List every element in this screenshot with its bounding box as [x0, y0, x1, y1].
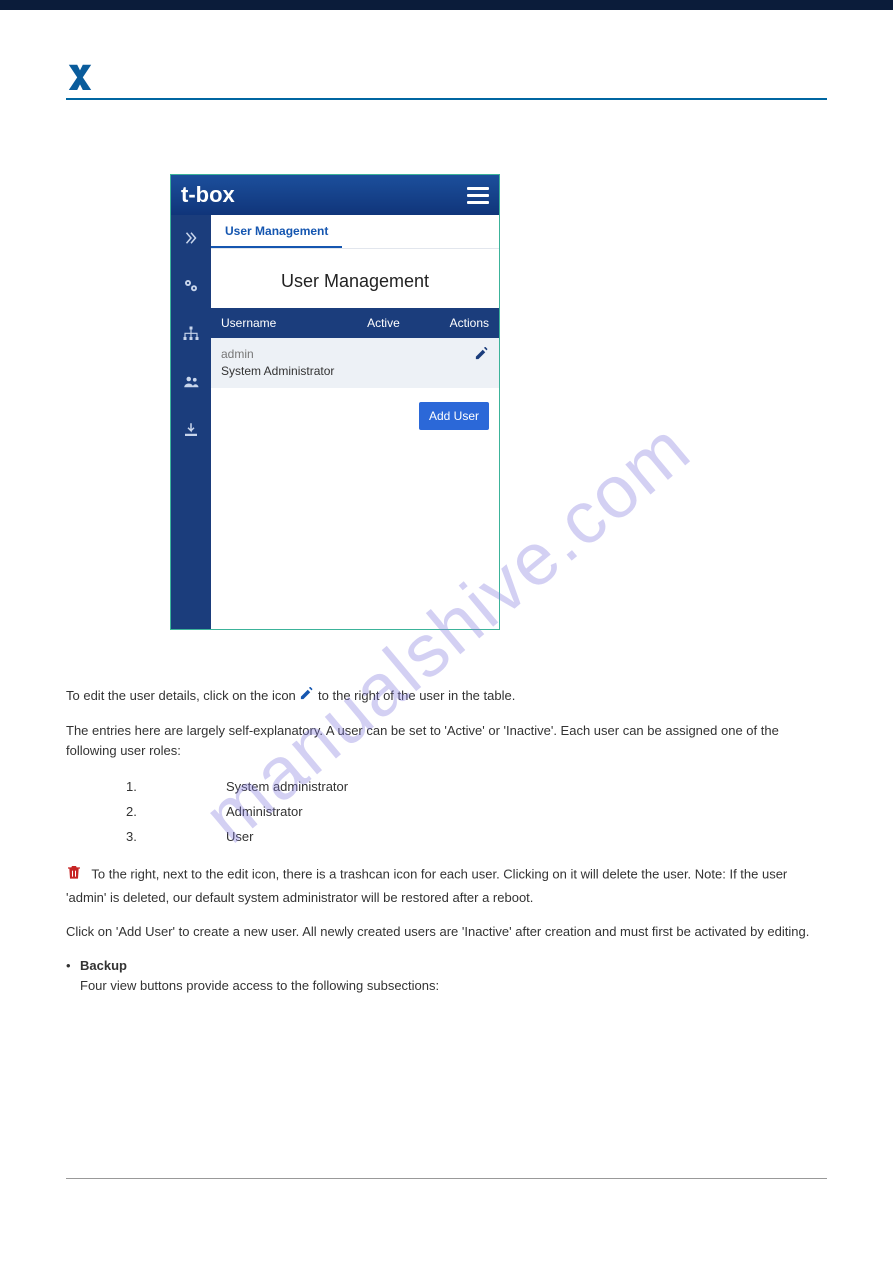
table-header: Username Active Actions: [211, 308, 499, 338]
sidebar: [171, 215, 211, 629]
document-body: To edit the user details, click on the i…: [66, 686, 827, 996]
edit-icon[interactable]: [474, 350, 489, 364]
th-actions: Actions: [416, 316, 489, 330]
logo-row: [66, 62, 827, 90]
add-user-button[interactable]: Add User: [419, 402, 489, 430]
th-username: Username: [221, 316, 351, 330]
cell-role: System Administrator: [221, 363, 351, 380]
app-header: t-box: [171, 175, 499, 215]
paragraph-trash: To the right, next to the edit icon, the…: [66, 863, 827, 907]
edit-icon-inline: [299, 686, 314, 707]
menu-icon[interactable]: [467, 187, 489, 204]
header-rule: [66, 98, 827, 100]
th-active: Active: [351, 316, 416, 330]
paragraph-edit: To edit the user details, click on the i…: [66, 686, 827, 707]
paragraph-add-user: Click on 'Add User' to create a new user…: [66, 922, 827, 942]
bullet-backup: • Backup Four view buttons provide acces…: [66, 956, 827, 996]
tbox-app-screenshot: t-box: [170, 174, 500, 630]
sidebar-expand-icon[interactable]: [171, 225, 211, 251]
users-icon[interactable]: [171, 369, 211, 395]
top-bar: [0, 0, 893, 10]
role-list: 1.System administrator 2.Administrator 3…: [66, 775, 827, 849]
gears-icon[interactable]: [171, 273, 211, 299]
x-logo-icon: [66, 62, 94, 90]
trash-icon: [66, 863, 82, 887]
network-icon[interactable]: [171, 321, 211, 347]
download-icon[interactable]: [171, 417, 211, 443]
app-brand: t-box: [181, 182, 235, 208]
paragraph-roles-intro: The entries here are largely self-explan…: [66, 721, 827, 761]
cell-username: admin: [221, 346, 351, 363]
tab-bar: User Management: [211, 215, 499, 249]
footer-rule: [66, 1178, 827, 1179]
page-title: User Management: [211, 271, 499, 292]
table-row: admin System Administrator: [211, 338, 499, 388]
tab-user-management[interactable]: User Management: [211, 215, 342, 248]
